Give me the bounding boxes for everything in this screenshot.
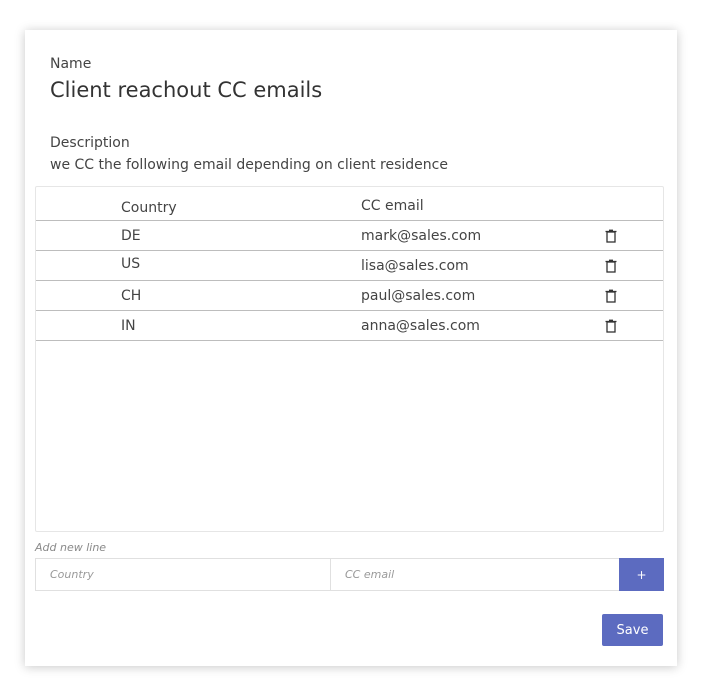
add-line-button[interactable]: + [619, 558, 664, 591]
new-country-input[interactable] [36, 559, 330, 590]
delete-row-button[interactable] [602, 227, 620, 245]
cell-cc-email: mark@sales.com [361, 228, 482, 244]
save-button[interactable]: Save [602, 614, 663, 646]
add-new-line-label: Add new line [35, 541, 107, 554]
cell-country: IN [121, 318, 136, 334]
cell-country: DE [121, 228, 141, 244]
trash-icon [605, 319, 617, 333]
description-label: Description [50, 135, 130, 151]
cell-cc-email: lisa@sales.com [361, 258, 469, 274]
form-card: Name Client reachout CC emails Descripti… [25, 30, 677, 666]
table-row: DE mark@sales.com [36, 221, 663, 251]
new-cc-email-input[interactable] [330, 559, 619, 590]
cc-email-table: Country CC email DE mark@sales.com US li… [35, 186, 664, 532]
table-row: US lisa@sales.com [36, 251, 663, 281]
delete-row-button[interactable] [602, 287, 620, 305]
name-label: Name [50, 56, 92, 72]
delete-row-button[interactable] [602, 257, 620, 275]
trash-icon [605, 289, 617, 303]
table-row: CH paul@sales.com [36, 281, 663, 311]
cell-cc-email: anna@sales.com [361, 318, 480, 334]
name-value: Client reachout CC emails [50, 78, 323, 102]
table-header: Country CC email [36, 187, 663, 221]
trash-icon [605, 229, 617, 243]
delete-row-button[interactable] [602, 317, 620, 335]
description-value: we CC the following email depending on c… [50, 157, 448, 173]
column-header-cc-email: CC email [361, 198, 424, 214]
add-new-line-row: + [35, 558, 664, 591]
cell-country: CH [121, 288, 142, 304]
column-header-country: Country [121, 200, 177, 216]
cell-country: US [121, 256, 141, 272]
cell-cc-email: paul@sales.com [361, 288, 476, 304]
trash-icon [605, 259, 617, 273]
table-row: IN anna@sales.com [36, 311, 663, 341]
